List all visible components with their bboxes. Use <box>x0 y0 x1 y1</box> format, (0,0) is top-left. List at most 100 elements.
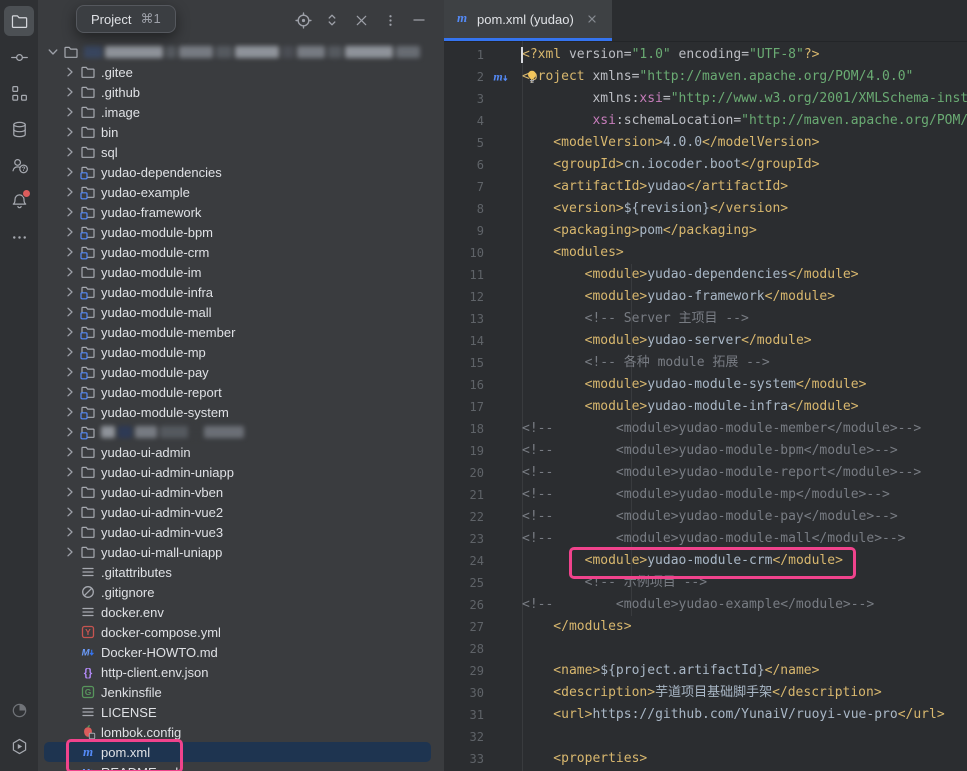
folder-module-icon <box>78 244 97 260</box>
line-number: 28 <box>444 642 490 656</box>
more-vertical-icon[interactable] <box>381 11 399 29</box>
gutter-spacer <box>490 178 522 196</box>
redacted-block <box>84 46 102 58</box>
stripe-project-folder-button[interactable] <box>4 6 34 36</box>
stripe-help-button[interactable]: ? <box>4 150 34 180</box>
chevron-right-icon[interactable] <box>61 324 78 340</box>
tree-item-pom.xml[interactable]: mpom.xml <box>44 742 431 762</box>
stripe-profiler-button[interactable] <box>4 695 34 725</box>
tree-item-yudao-module-member[interactable]: yudao-module-member <box>44 322 431 342</box>
chevron-right-icon[interactable] <box>61 484 78 500</box>
chevron-right-icon[interactable] <box>61 544 78 560</box>
tree-item-Jenkinsfile[interactable]: GJenkinsfile <box>44 682 431 702</box>
svg-text:M: M <box>81 768 90 771</box>
gutter-spacer <box>490 222 522 240</box>
stripe-more-horizontal-button[interactable] <box>4 222 34 252</box>
expand-collapse-icon[interactable] <box>323 11 341 29</box>
tree-item-redacted[interactable] <box>44 422 431 442</box>
chevron-right-icon[interactable] <box>61 524 78 540</box>
tree-item-yudao-module-system[interactable]: yudao-module-system <box>44 402 431 422</box>
code-text: <module>yudao-dependencies</module> <box>522 264 859 286</box>
gutter-spacer <box>490 244 522 262</box>
tree-item-.image[interactable]: .image <box>44 102 431 122</box>
chevron-right-icon[interactable] <box>61 344 78 360</box>
intention-bulb-icon[interactable] <box>524 69 540 85</box>
chevron-right-icon[interactable] <box>61 124 78 140</box>
collapse-all-icon[interactable] <box>352 11 370 29</box>
tree-item-yudao-module-mp[interactable]: yudao-module-mp <box>44 342 431 362</box>
chevron-right-icon[interactable] <box>61 104 78 120</box>
chevron-right-icon[interactable] <box>61 504 78 520</box>
chevron-right-icon[interactable] <box>61 164 78 180</box>
tree-item-yudao-module-report[interactable]: yudao-module-report <box>44 382 431 402</box>
chevron-right-icon[interactable] <box>61 184 78 200</box>
tree-item-yudao-ui-admin-vue3[interactable]: yudao-ui-admin-vue3 <box>44 522 431 542</box>
chevron-right-icon[interactable] <box>61 464 78 480</box>
chevron-right-icon[interactable] <box>61 284 78 300</box>
stripe-commit-button[interactable] <box>4 42 34 72</box>
commit-icon <box>10 48 29 67</box>
stripe-database-button[interactable] <box>4 114 34 144</box>
tree-item-yudao-module-infra[interactable]: yudao-module-infra <box>44 282 431 302</box>
close-icon[interactable] <box>585 12 599 26</box>
chevron-right-icon[interactable] <box>61 364 78 380</box>
project-tree[interactable]: .gitee.github.imagebinsql yudao-dependenc… <box>38 42 444 771</box>
tree-item-sql[interactable]: sql <box>44 142 431 162</box>
tree-item-label: yudao-dependencies <box>101 165 222 180</box>
redacted-block <box>216 46 232 58</box>
tree-item-docker-compose.yml[interactable]: Ydocker-compose.yml <box>44 622 431 642</box>
tree-item-.gitignore[interactable]: .gitignore <box>44 582 431 602</box>
tab-pom-xml[interactable]: m pom.xml (yudao) <box>444 0 612 38</box>
tree-item-yudao-dependencies[interactable]: yudao-dependencies <box>44 162 431 182</box>
tree-item-LICENSE[interactable]: LICENSE <box>44 702 431 722</box>
tree-item-Docker-HOWTO.md[interactable]: MDocker-HOWTO.md <box>44 642 431 662</box>
tree-item-yudao-ui-admin-vue2[interactable]: yudao-ui-admin-vue2 <box>44 502 431 522</box>
chevron-right-icon[interactable] <box>61 204 78 220</box>
tree-item-yudao-example[interactable]: yudao-example <box>44 182 431 202</box>
chevron-right-icon[interactable] <box>61 304 78 320</box>
maven-file-icon: m <box>78 744 97 760</box>
locate-file-icon[interactable] <box>294 11 312 29</box>
tree-item-yudao-module-bpm[interactable]: yudao-module-bpm <box>44 222 431 242</box>
tree-item-yudao-framework[interactable]: yudao-framework <box>44 202 431 222</box>
tree-item-yudao-ui-mall-uniapp[interactable]: yudao-ui-mall-uniapp <box>44 542 431 562</box>
tree-item-http-client.env.json[interactable]: {}http-client.env.json <box>44 662 431 682</box>
tree-item-lombok.config[interactable]: lombok.config <box>44 722 431 742</box>
stripe-structure-button[interactable] <box>4 78 34 108</box>
chevron-right-icon[interactable] <box>61 404 78 420</box>
editor[interactable]: m pom.xml (yudao) 1<?xml version="1.0" e… <box>444 0 967 771</box>
chevron-right-icon[interactable] <box>61 444 78 460</box>
chevron-right-icon[interactable] <box>61 244 78 260</box>
tree-item-yudao-module-im[interactable]: yudao-module-im <box>44 262 431 282</box>
tree-item-README.md[interactable]: MREADME.md <box>44 762 431 771</box>
tree-item-yudao-ui-admin-uniapp[interactable]: yudao-ui-admin-uniapp <box>44 462 431 482</box>
maven-sync-icon[interactable]: m <box>490 68 522 86</box>
chevron-right-icon[interactable] <box>61 84 78 100</box>
chevron-right-icon[interactable] <box>61 224 78 240</box>
tree-item-.gitattributes[interactable]: .gitattributes <box>44 562 431 582</box>
tree-item-yudao-module-pay[interactable]: yudao-module-pay <box>44 362 431 382</box>
tree-item-yudao-module-crm[interactable]: yudao-module-crm <box>44 242 431 262</box>
tree-item-docker.env[interactable]: docker.env <box>44 602 431 622</box>
chevron-right-icon[interactable] <box>61 424 78 440</box>
chevron-right-icon[interactable] <box>61 144 78 160</box>
stripe-services-button[interactable] <box>4 731 34 761</box>
gutter-spacer <box>490 200 522 218</box>
chevron-down-icon[interactable] <box>44 44 61 60</box>
stripe-notifications-button[interactable] <box>4 186 34 216</box>
tree-item-yudao-ui-admin[interactable]: yudao-ui-admin <box>44 442 431 462</box>
chevron-right-icon[interactable] <box>61 264 78 280</box>
code-text: <module>yudao-module-infra</module> <box>522 396 859 418</box>
hide-panel-icon[interactable] <box>410 11 428 29</box>
tree-item-.github[interactable]: .github <box>44 82 431 102</box>
tree-item-bin[interactable]: bin <box>44 122 431 142</box>
tree-item-.gitee[interactable]: .gitee <box>44 62 431 82</box>
tree-item-label: yudao-ui-admin-vben <box>101 485 223 500</box>
gutter-spacer <box>490 618 522 636</box>
chevron-right-icon[interactable] <box>61 384 78 400</box>
chevron-right-icon[interactable] <box>61 64 78 80</box>
tree-item-yudao-module-mall[interactable]: yudao-module-mall <box>44 302 431 322</box>
tree-item-yudao-ui-admin-vben[interactable]: yudao-ui-admin-vben <box>44 482 431 502</box>
tree-item-redacted[interactable] <box>44 42 431 62</box>
code-text: <?xml version="1.0" encoding="UTF-8"?> <box>522 44 819 66</box>
